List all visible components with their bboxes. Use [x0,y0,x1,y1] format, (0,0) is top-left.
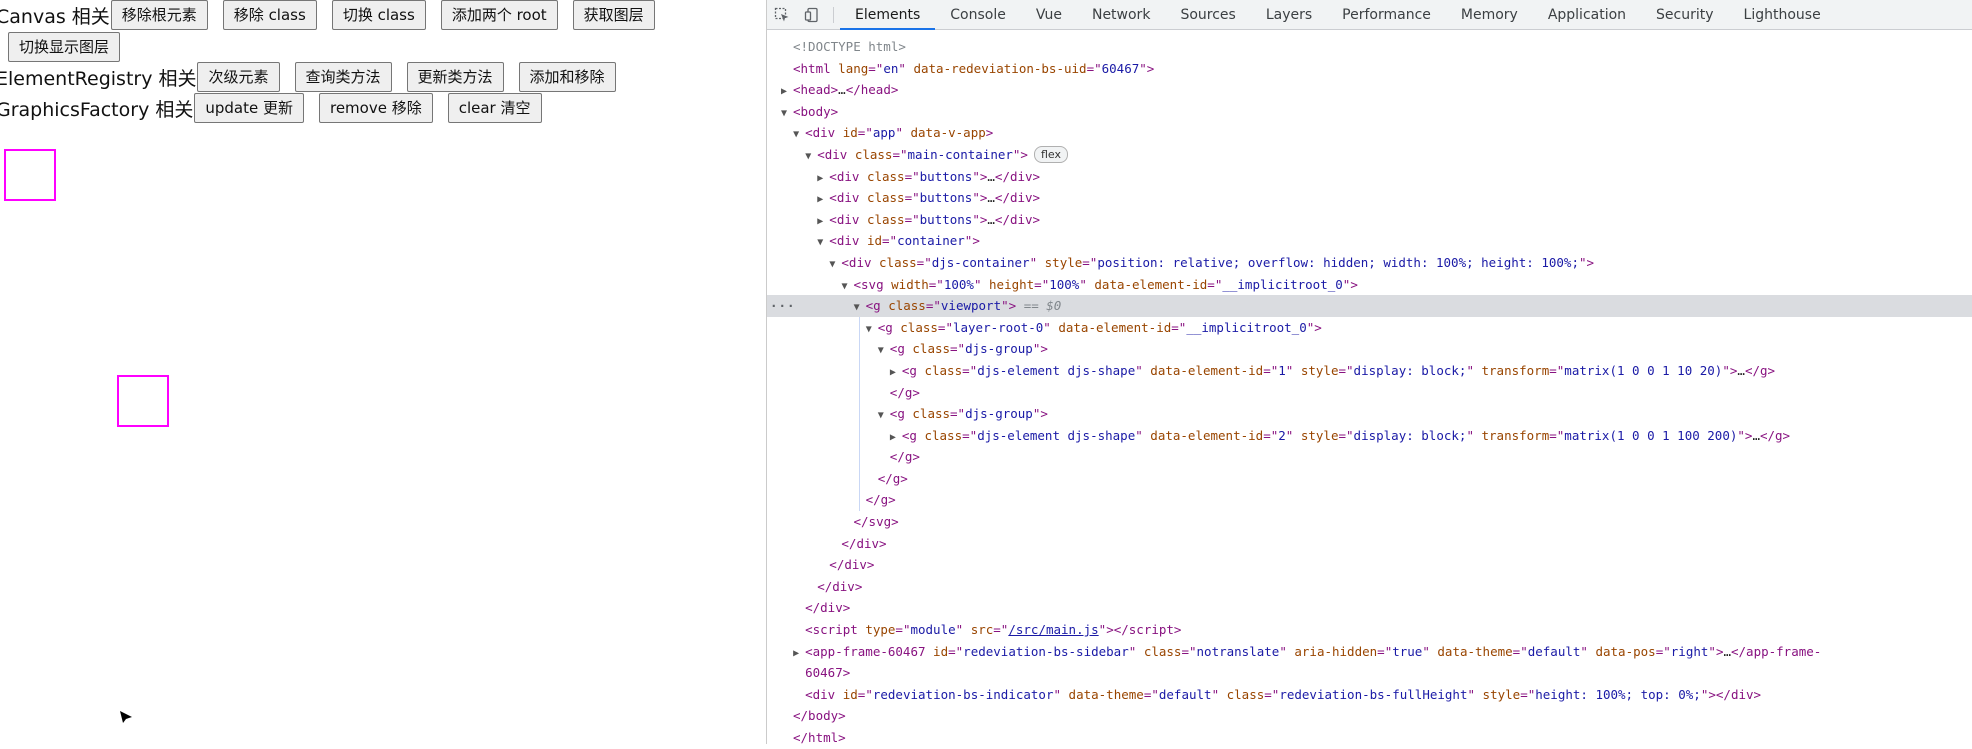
expanded-triangle-icon[interactable]: ▼ [817,232,829,254]
tab-application[interactable]: Application [1533,0,1641,29]
inspect-element-icon[interactable] [767,0,797,30]
close-div-node[interactable]: </div> [767,554,1972,576]
action-button-2-3[interactable]: 添加和移除 [518,62,616,92]
app-frame-node[interactable]: ▶ <app-frame-60467 id="redeviation-bs-sid… [767,641,1972,663]
row-label: GraphicsFactory 相关 [0,98,194,121]
shape-1-node[interactable]: ▶ <g class="djs-element djs-shape" data-e… [767,360,1972,382]
layer-root-node[interactable]: ▼ <g class="layer-root-0" data-element-id… [767,317,1972,339]
djs-group-node[interactable]: ▼ <g class="djs-group"> [767,338,1972,360]
close-g-node[interactable]: </g> [767,468,1972,490]
graphics-factory-button-row: GraphicsFactory 相关 update 更新 remove 移除 clea… [0,93,557,123]
djs-container-node[interactable]: ▼ <div class="djs-container" style="posit… [767,252,1972,274]
expanded-triangle-icon[interactable]: ▼ [793,124,805,146]
viewport-node[interactable]: ··· ▼ <g class="viewport"> == $0 [767,295,1972,317]
devtools-tabs: Elements Console Vue Network Sources Layers Pe… [840,0,1836,30]
expanded-triangle-icon[interactable]: ▼ [854,297,866,319]
action-button-3-1[interactable]: remove 移除 [318,93,433,123]
expanded-triangle-icon[interactable]: ▼ [842,276,854,298]
svg-node[interactable]: ▼ <svg width="100%" height="100%" data-el… [767,274,1972,296]
close-div-node[interactable]: </div> [767,533,1972,555]
expanded-triangle-icon[interactable]: ▼ [829,254,841,276]
close-g-node[interactable]: </g> [767,446,1972,468]
mouse-cursor-icon [120,711,132,723]
action-button-2-1[interactable]: 查询类方法 [294,62,392,92]
tab-console[interactable]: Console [935,0,1021,29]
collapsed-triangle-icon[interactable]: ▶ [817,168,829,190]
more-options-icon[interactable]: ··· [770,295,796,317]
action-button-3-2[interactable]: clear 清空 [447,93,542,123]
shape-1[interactable] [4,149,56,201]
tab-performance[interactable]: Performance [1327,0,1446,29]
action-button-0-0[interactable]: 移除根元素 [110,0,208,30]
action-button-2-0[interactable]: 次级元素 [197,62,280,92]
devtools-toolbar: Elements Console Vue Network Sources Layers Pe… [767,0,1972,30]
shape-2-node[interactable]: ▶ <g class="djs-element djs-shape" data-e… [767,425,1972,447]
shape-2[interactable] [117,375,169,427]
app-viewport: Canvas 相关 移除根元素 移除 class 切换 class 添加两个 root 获… [0,0,766,744]
action-button-0-2[interactable]: 切换 class [331,0,426,30]
container-div-node[interactable]: ▼ <div id="container"> [767,230,1972,252]
tab-security[interactable]: Security [1641,0,1729,29]
selection-guide-line [858,316,860,512]
buttons-div-node[interactable]: ▶ <div class="buttons">…</div> [767,209,1972,231]
action-button-2-2[interactable]: 更新类方法 [406,62,504,92]
buttons-div-node[interactable]: ▶ <div class="buttons">…</div> [767,187,1972,209]
diagram-canvas[interactable] [0,140,766,744]
row-label: ElementRegistry 相关 [0,67,197,90]
main-container-node[interactable]: ▼ <div class="main-container"> flex [767,144,1972,166]
flex-badge[interactable]: flex [1033,145,1068,163]
action-button-0-4[interactable]: 获取图层 [572,0,655,30]
collapsed-triangle-icon[interactable]: ▶ [793,643,805,665]
canvas-button-row: Canvas 相关 移除根元素 移除 class 切换 class 添加两个 root 获… [0,0,670,30]
tab-lighthouse[interactable]: Lighthouse [1729,0,1836,29]
expanded-triangle-icon[interactable]: ▼ [878,405,890,427]
close-div-node[interactable]: </div> [767,576,1972,598]
collapsed-triangle-icon[interactable]: ▶ [817,211,829,233]
buttons-div-node[interactable]: ▶ <div class="buttons">…</div> [767,166,1972,188]
element-registry-button-row: ElementRegistry 相关 次级元素 查询类方法 更新类方法 添加和移除 [0,62,631,92]
tab-network[interactable]: Network [1077,0,1165,29]
close-g-node[interactable]: </g> [767,489,1972,511]
action-button-0-3[interactable]: 添加两个 root [440,0,558,30]
tab-sources[interactable]: Sources [1165,0,1250,29]
indicator-node[interactable]: <div id="redeviation-bs-indicator" data-… [767,684,1972,706]
action-button-0-1[interactable]: 移除 class [222,0,317,30]
canvas-button-row-2: 切换显示图层 [8,32,135,62]
collapsed-triangle-icon[interactable]: ▶ [781,81,793,103]
close-body-node[interactable]: </body> [767,705,1972,727]
app-div-node[interactable]: ▼ <div id="app" data-v-app> [767,122,1972,144]
collapsed-triangle-icon[interactable]: ▶ [890,362,902,384]
action-button-3-0[interactable]: update 更新 [194,93,304,123]
device-toolbar-icon[interactable] [797,0,827,30]
tab-layers[interactable]: Layers [1251,0,1327,29]
close-div-node[interactable]: </div> [767,597,1972,619]
tab-memory[interactable]: Memory [1446,0,1533,29]
close-g-node[interactable]: </g> [767,382,1972,404]
row-label: Canvas 相关 [0,5,110,28]
html-node[interactable]: <html lang="en" data-redeviation-bs-uid=… [767,58,1972,80]
collapsed-triangle-icon[interactable]: ▶ [890,427,902,449]
body-node[interactable]: ▼ <body> [767,101,1972,123]
head-node[interactable]: ▶ <head>…</head> [767,79,1972,101]
tab-elements[interactable]: Elements [840,0,936,30]
doctype-node[interactable]: <!DOCTYPE html> [767,36,1972,58]
action-button-1-0[interactable]: 切换显示图层 [8,32,121,62]
close-svg-node[interactable]: </svg> [767,511,1972,533]
toolbar-separator [833,7,834,23]
devtools-panel: Elements Console Vue Network Sources Layers Pe… [767,0,1972,745]
close-html-node[interactable]: </html> [767,727,1972,749]
expanded-triangle-icon[interactable]: ▼ [878,340,890,362]
expanded-triangle-icon[interactable]: ▼ [805,146,817,168]
djs-group-node[interactable]: ▼ <g class="djs-group"> [767,403,1972,425]
collapsed-triangle-icon[interactable]: ▶ [817,189,829,211]
elements-dom-tree[interactable]: <!DOCTYPE html> <html lang="en" data-rede… [767,36,1972,745]
expanded-triangle-icon[interactable]: ▼ [866,319,878,341]
tab-vue[interactable]: Vue [1021,0,1077,29]
app-frame-node-cont[interactable]: 60467> [767,662,1972,684]
script-node[interactable]: <script type="module" src="/src/main.js"… [767,619,1972,641]
expanded-triangle-icon[interactable]: ▼ [781,103,793,125]
